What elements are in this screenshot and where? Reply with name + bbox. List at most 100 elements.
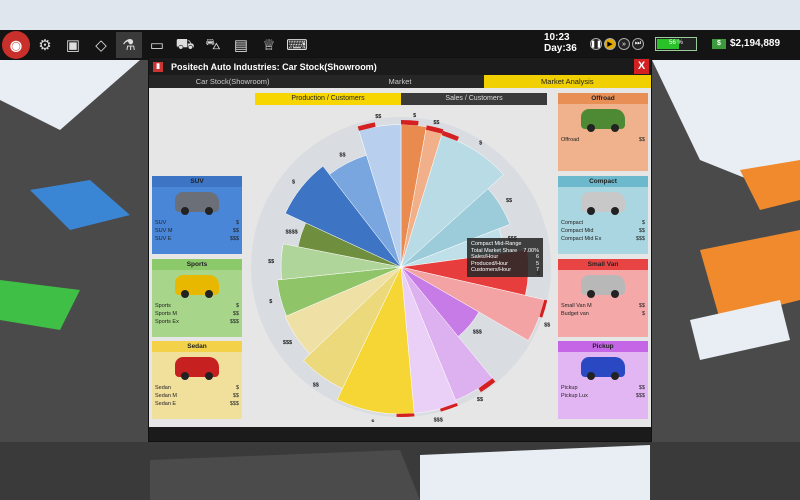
- chart-icon[interactable]: ▤: [228, 32, 254, 58]
- category-card-smallvan[interactable]: Small Van Small Van M $$ Budget van $: [558, 259, 648, 337]
- model-name: Budget van: [561, 311, 589, 317]
- tab-car-stock[interactable]: Car Stock(Showroom): [149, 75, 316, 88]
- window-icon: ▮: [153, 61, 163, 72]
- category-card-suv[interactable]: SUV SUV $ SUV M $$ SUV E $$$: [152, 176, 242, 254]
- model-price-tier: $: [641, 220, 645, 226]
- tv-icon[interactable]: ▭: [144, 32, 170, 58]
- subtab-production-customers[interactable]: Production / Customers: [255, 93, 401, 105]
- pie-segment-rim: [396, 413, 415, 417]
- segment-tooltip: Compact Mid-Range Total Market Share 7.00…: [467, 238, 543, 277]
- model-name: Sedan M: [155, 393, 178, 399]
- window-tabs: Car Stock(Showroom) Market Market Analys…: [149, 75, 651, 88]
- play-icon[interactable]: ▶: [604, 38, 616, 50]
- power-meter: 56 %: [655, 37, 697, 51]
- model-row[interactable]: Sports $: [155, 302, 239, 310]
- pie-segment-label: $$$: [434, 418, 443, 422]
- model-price-tier: $: [235, 385, 239, 391]
- category-title: Small Van: [558, 259, 648, 270]
- road-icon[interactable]: ◇: [88, 32, 114, 58]
- car-icon: [581, 275, 625, 298]
- category-card-compact[interactable]: Compact Compact $ Compact Mid $$ Compact Mid …: [558, 176, 648, 254]
- model-row[interactable]: Sedan E $$$: [155, 400, 239, 408]
- speed-controls: ❚❚ ▶ » ⏭: [590, 38, 644, 50]
- model-row[interactable]: Sedan M $$: [155, 392, 239, 400]
- model-name: Pickup: [561, 385, 578, 391]
- car-icon: [581, 357, 625, 380]
- model-name: Sports Ex: [155, 319, 179, 325]
- model-price-tier: $$$: [635, 393, 645, 399]
- model-price-tier: $$: [638, 137, 645, 143]
- pie-segment-label: $$: [375, 114, 381, 120]
- model-price-tier: $$: [638, 385, 645, 391]
- research-icon[interactable]: ⚗: [116, 32, 142, 58]
- category-card-offroad[interactable]: Offroad Offroad $$: [558, 93, 648, 171]
- model-row[interactable]: Compact Mid Ex $$$: [561, 235, 645, 243]
- model-name: SUV: [155, 220, 167, 226]
- gear-icon[interactable]: ⚙: [32, 32, 58, 58]
- model-row[interactable]: Budget van $: [561, 310, 645, 318]
- pie-segment-label: $: [371, 419, 374, 422]
- model-row[interactable]: SUV M $$: [155, 227, 239, 235]
- pause-icon[interactable]: ❚❚: [590, 38, 602, 50]
- model-row[interactable]: SUV $: [155, 219, 239, 227]
- pie-segment-label: $$: [339, 152, 345, 158]
- car-image: [152, 187, 242, 217]
- save-icon[interactable]: ▣: [60, 32, 86, 58]
- model-name: Sports M: [155, 311, 178, 317]
- model-row[interactable]: Pickup $$: [561, 384, 645, 392]
- pie-segment-label: $$: [433, 120, 439, 126]
- tab-market[interactable]: Market: [316, 75, 483, 88]
- model-name: Compact: [561, 220, 584, 226]
- model-row[interactable]: Sports Ex $$$: [155, 318, 239, 326]
- model-row[interactable]: Compact $: [561, 219, 645, 227]
- pie-segment-label: $$: [313, 382, 319, 388]
- car-icon: [175, 357, 219, 380]
- pie-segment-label: $$: [477, 397, 483, 403]
- model-price-tier: $$$: [229, 401, 239, 407]
- window-bottom-bar: [149, 427, 651, 441]
- car-image: [152, 352, 242, 382]
- model-name: Sedan E: [155, 401, 177, 407]
- category-title: Offroad: [558, 93, 648, 104]
- model-price-tier: $: [235, 220, 239, 226]
- logo-icon[interactable]: ◉: [2, 31, 30, 59]
- subtab-sales-customers[interactable]: Sales / Customers: [401, 93, 547, 105]
- computer-icon[interactable]: ⌨: [284, 32, 310, 58]
- money-display: $ $2,194,889: [712, 38, 780, 49]
- model-row[interactable]: Compact Mid $$: [561, 227, 645, 235]
- car-image: [558, 104, 648, 134]
- showroom-icon[interactable]: ⛟: [172, 32, 198, 58]
- model-name: Offroad: [561, 137, 580, 143]
- model-price-tier: $: [641, 311, 645, 317]
- category-card-sedan[interactable]: Sedan Sedan $ Sedan M $$ Sedan E $$$: [152, 341, 242, 419]
- money-icon: $: [712, 38, 726, 49]
- model-row[interactable]: SUV E $$$: [155, 235, 239, 243]
- model-name: Sports: [155, 303, 171, 309]
- game-clock: 10:23 Day:36: [544, 32, 577, 54]
- car-icon: [581, 192, 625, 215]
- close-button[interactable]: X: [634, 59, 649, 74]
- trophy-icon[interactable]: ♕: [256, 32, 282, 58]
- pie-segment-label: $$$$: [286, 229, 298, 235]
- category-title: Sedan: [152, 341, 242, 352]
- fast-forward-icon[interactable]: »: [618, 38, 630, 50]
- day-label: Day:36: [544, 43, 577, 54]
- car-icon: [175, 275, 219, 298]
- model-name: Small Van M: [561, 303, 592, 309]
- model-row[interactable]: Pickup Lux $$$: [561, 392, 645, 400]
- model-row[interactable]: Small Van M $$: [561, 302, 645, 310]
- model-price-tier: $$: [232, 228, 239, 234]
- model-row[interactable]: Offroad $$: [561, 136, 645, 144]
- time-label: 10:23: [544, 32, 570, 43]
- model-row[interactable]: Sports M $$: [155, 310, 239, 318]
- category-card-sports[interactable]: Sports Sports $ Sports M $$ Sports Ex $$$: [152, 259, 242, 337]
- model-name: Sedan: [155, 385, 171, 391]
- category-title: SUV: [152, 176, 242, 187]
- fastest-forward-icon[interactable]: ⏭: [632, 38, 644, 50]
- category-card-pickup[interactable]: Pickup Pickup $$ Pickup Lux $$$: [558, 341, 648, 419]
- cars-icon[interactable]: ⛍: [200, 32, 226, 58]
- pie-segment-label: $$$: [473, 330, 482, 336]
- tab-market-analysis[interactable]: Market Analysis: [483, 75, 651, 88]
- model-row[interactable]: Sedan $: [155, 384, 239, 392]
- category-title: Sports: [152, 259, 242, 270]
